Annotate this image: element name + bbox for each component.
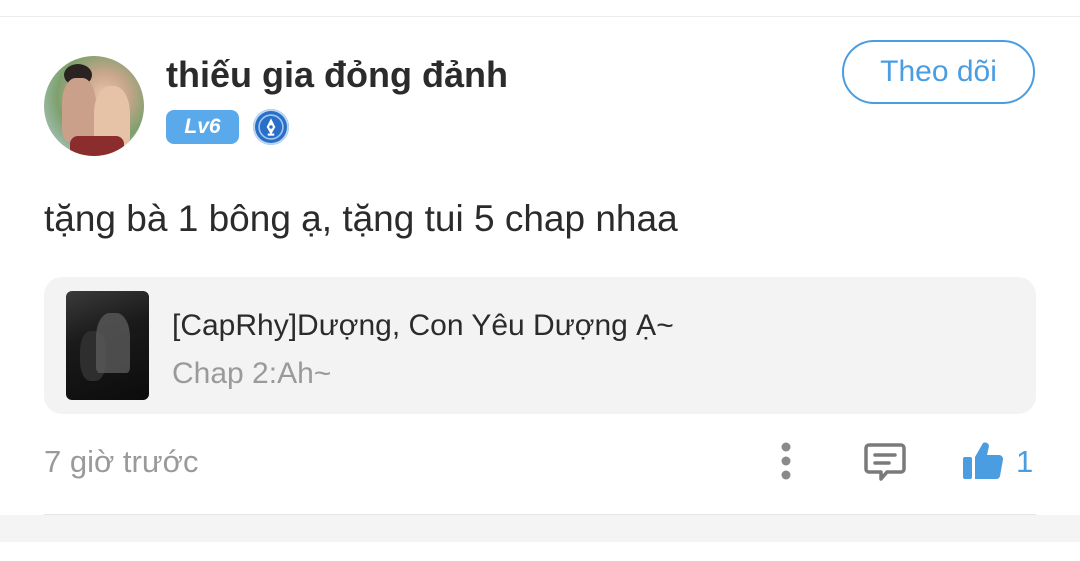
comment-icon[interactable] — [860, 436, 910, 486]
story-cover — [66, 291, 149, 400]
level-badge: Lv6 — [166, 110, 239, 144]
timestamp: 7 giờ trước — [44, 444, 199, 479]
avatar[interactable] — [44, 56, 144, 156]
username[interactable]: thiếu gia đỏng đảnh — [166, 54, 508, 96]
like-count: 1 — [1016, 444, 1034, 479]
more-vertical-icon[interactable] — [770, 438, 802, 484]
story-title: [CapRhy]Dượng, Con Yêu Dượng Ạ~ — [172, 309, 674, 342]
footer-strip — [0, 515, 1080, 542]
top-divider — [0, 16, 1080, 17]
thumbs-up-icon[interactable] — [958, 436, 1008, 486]
comment-text: tặng bà 1 bông ạ, tặng tui 5 chap nhaa — [44, 198, 678, 239]
story-card[interactable]: [CapRhy]Dượng, Con Yêu Dượng Ạ~ Chap 2:A… — [44, 277, 1036, 414]
story-chapter: Chap 2:Ah~ — [172, 357, 332, 390]
pen-nib-icon — [253, 109, 289, 145]
follow-button[interactable]: Theo dõi — [842, 40, 1035, 104]
